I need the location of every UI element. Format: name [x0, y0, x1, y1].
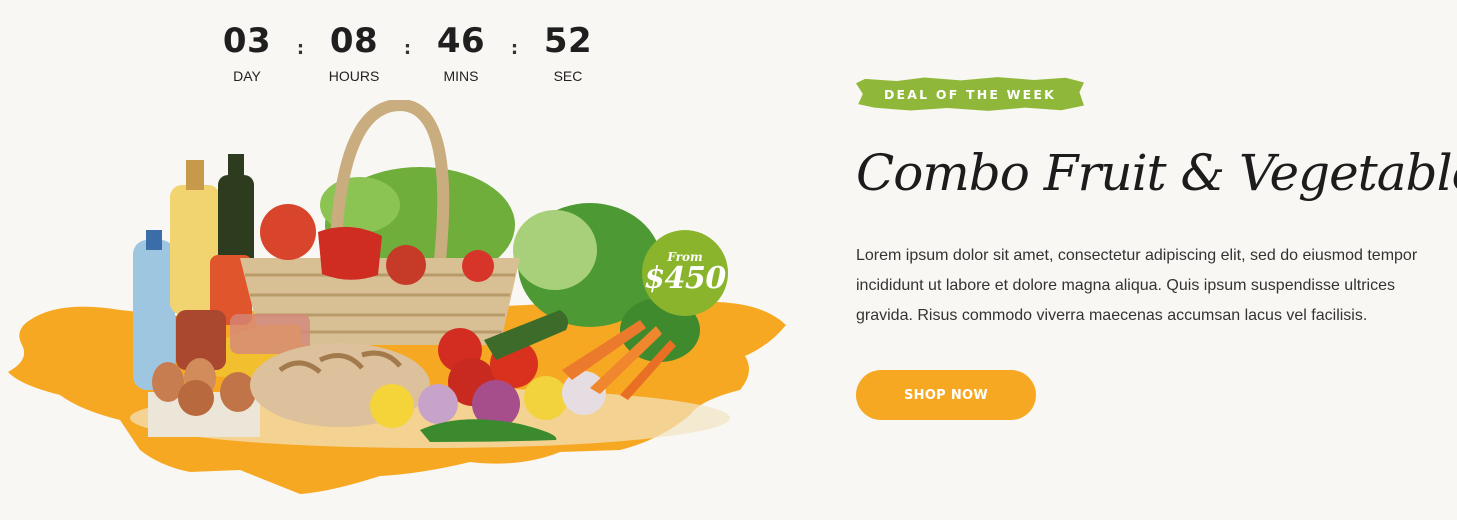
price-amount: $450	[644, 261, 726, 296]
countdown-mins-value: 46	[436, 21, 486, 61]
countdown-separator: :	[403, 38, 412, 59]
deal-title: Combo Fruit & Vegetables	[856, 144, 1457, 202]
deal-tag: DEAL OF THE WEEK	[856, 77, 1084, 111]
countdown-timer: 03 DAY : 08 HOURS : 46 MINS : 52 SEC	[214, 20, 601, 84]
countdown-secs-label: SEC	[553, 68, 583, 84]
countdown-hours-value: 08	[329, 21, 379, 61]
countdown-separator: :	[296, 38, 305, 59]
countdown-secs: 52 SEC	[535, 20, 601, 84]
countdown-mins-label: MINS	[443, 68, 479, 84]
countdown-separator: :	[510, 38, 519, 59]
price-badge: From $450	[642, 230, 728, 316]
countdown-days-value: 03	[222, 21, 272, 61]
shop-now-button[interactable]: SHOP NOW	[856, 370, 1036, 420]
countdown-days: 03 DAY	[214, 20, 280, 84]
countdown-days-label: DAY	[233, 68, 261, 84]
countdown-hours: 08 HOURS	[321, 20, 387, 84]
countdown-secs-value: 52	[543, 21, 593, 61]
countdown-mins: 46 MINS	[428, 20, 494, 84]
deal-description: Lorem ipsum dolor sit amet, consectetur …	[856, 247, 1418, 324]
countdown-hours-label: HOURS	[328, 68, 380, 84]
